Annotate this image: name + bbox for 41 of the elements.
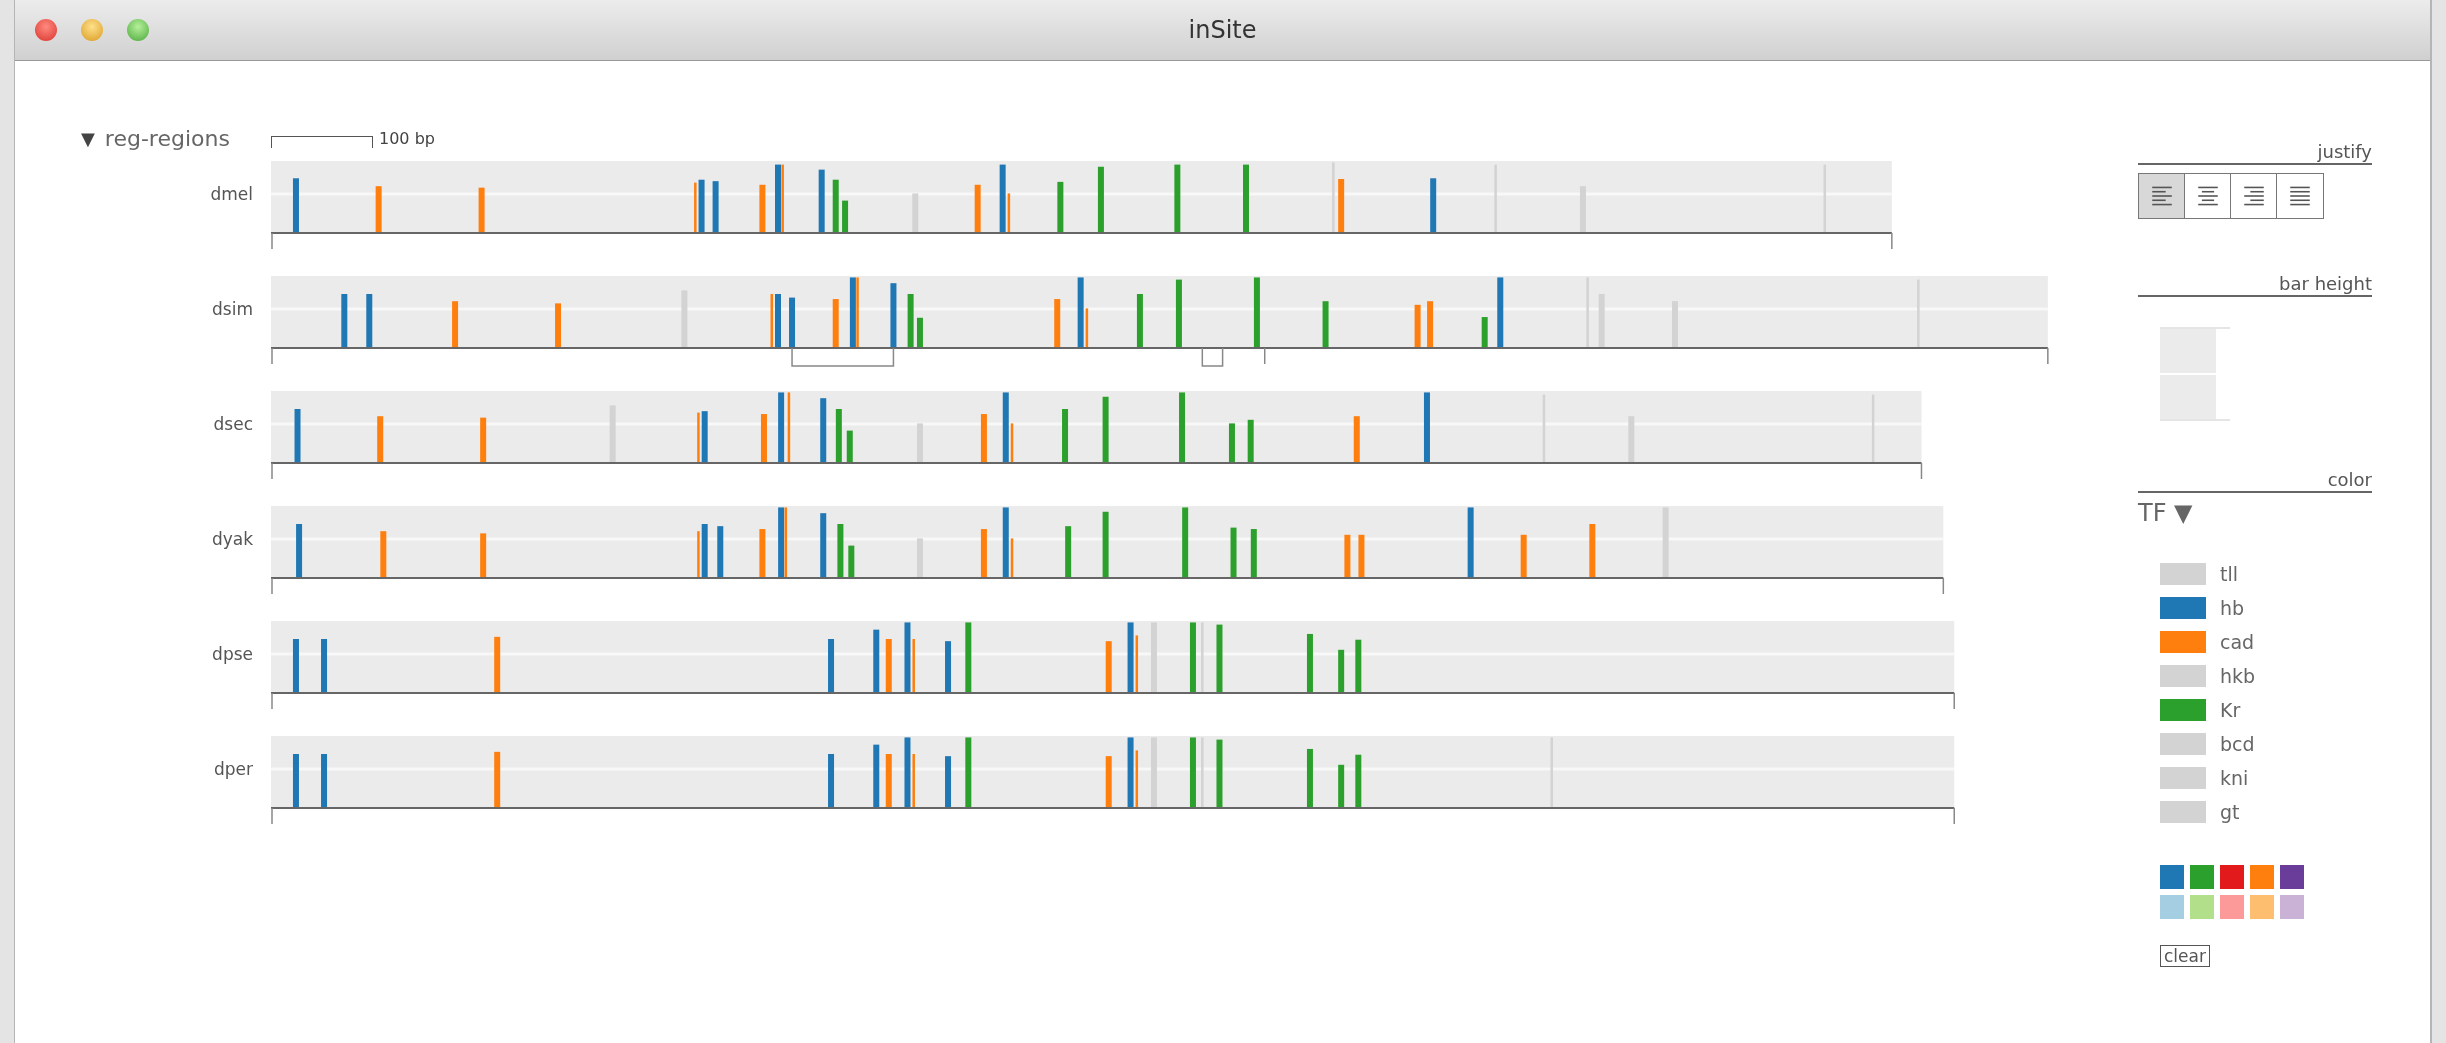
legend-label: hb xyxy=(2220,597,2245,619)
text-align-icon xyxy=(2290,185,2310,207)
track-label: dpse xyxy=(211,643,253,664)
palette-color[interactable] xyxy=(2220,895,2244,919)
palette-color[interactable] xyxy=(2220,865,2244,889)
legend-label: Kr xyxy=(2220,699,2241,721)
window-title: inSite xyxy=(1188,16,1257,44)
track-label: dyak xyxy=(210,528,253,549)
palette-color[interactable] xyxy=(2190,895,2214,919)
palette-color[interactable] xyxy=(2250,865,2274,889)
legend-label: cad xyxy=(2220,631,2255,653)
panel-heading: color xyxy=(2138,469,2372,493)
legend-label: hkb xyxy=(2220,665,2256,687)
legend-label: tll xyxy=(2220,563,2238,585)
color-dropdown[interactable]: TF ▼ xyxy=(2138,499,2193,527)
palette-color[interactable] xyxy=(2250,895,2274,919)
palette-color[interactable] xyxy=(2280,865,2304,889)
text-align-icon xyxy=(2151,185,2172,207)
palette-color[interactable] xyxy=(2190,865,2214,889)
clear-button[interactable]: clear xyxy=(2160,945,2210,967)
text-align-icon xyxy=(2243,185,2264,207)
collapse-toggle[interactable]: ▼ xyxy=(81,127,95,149)
panel-heading: bar height xyxy=(2138,273,2372,297)
track-label: dsim xyxy=(211,298,253,319)
close-icon[interactable] xyxy=(35,19,57,41)
track-label: dmel xyxy=(209,183,253,204)
palette-color[interactable] xyxy=(2280,895,2304,919)
text-align-icon xyxy=(2197,185,2218,207)
zoom-icon[interactable] xyxy=(127,19,149,41)
scale-label: 100 bp xyxy=(379,128,435,148)
minimize-icon[interactable] xyxy=(81,19,103,41)
palette-color[interactable] xyxy=(2160,865,2184,889)
panel-heading: justify xyxy=(2138,141,2372,165)
section-label: reg-regions xyxy=(104,125,230,151)
legend-label: bcd xyxy=(2220,733,2255,755)
track-label: dsec xyxy=(212,413,253,434)
justify-button[interactable] xyxy=(2139,174,2185,218)
legend-label: gt xyxy=(2220,801,2240,823)
track-label: dper xyxy=(212,758,253,779)
palette-color[interactable] xyxy=(2160,895,2184,919)
legend-label: kni xyxy=(2220,767,2249,789)
